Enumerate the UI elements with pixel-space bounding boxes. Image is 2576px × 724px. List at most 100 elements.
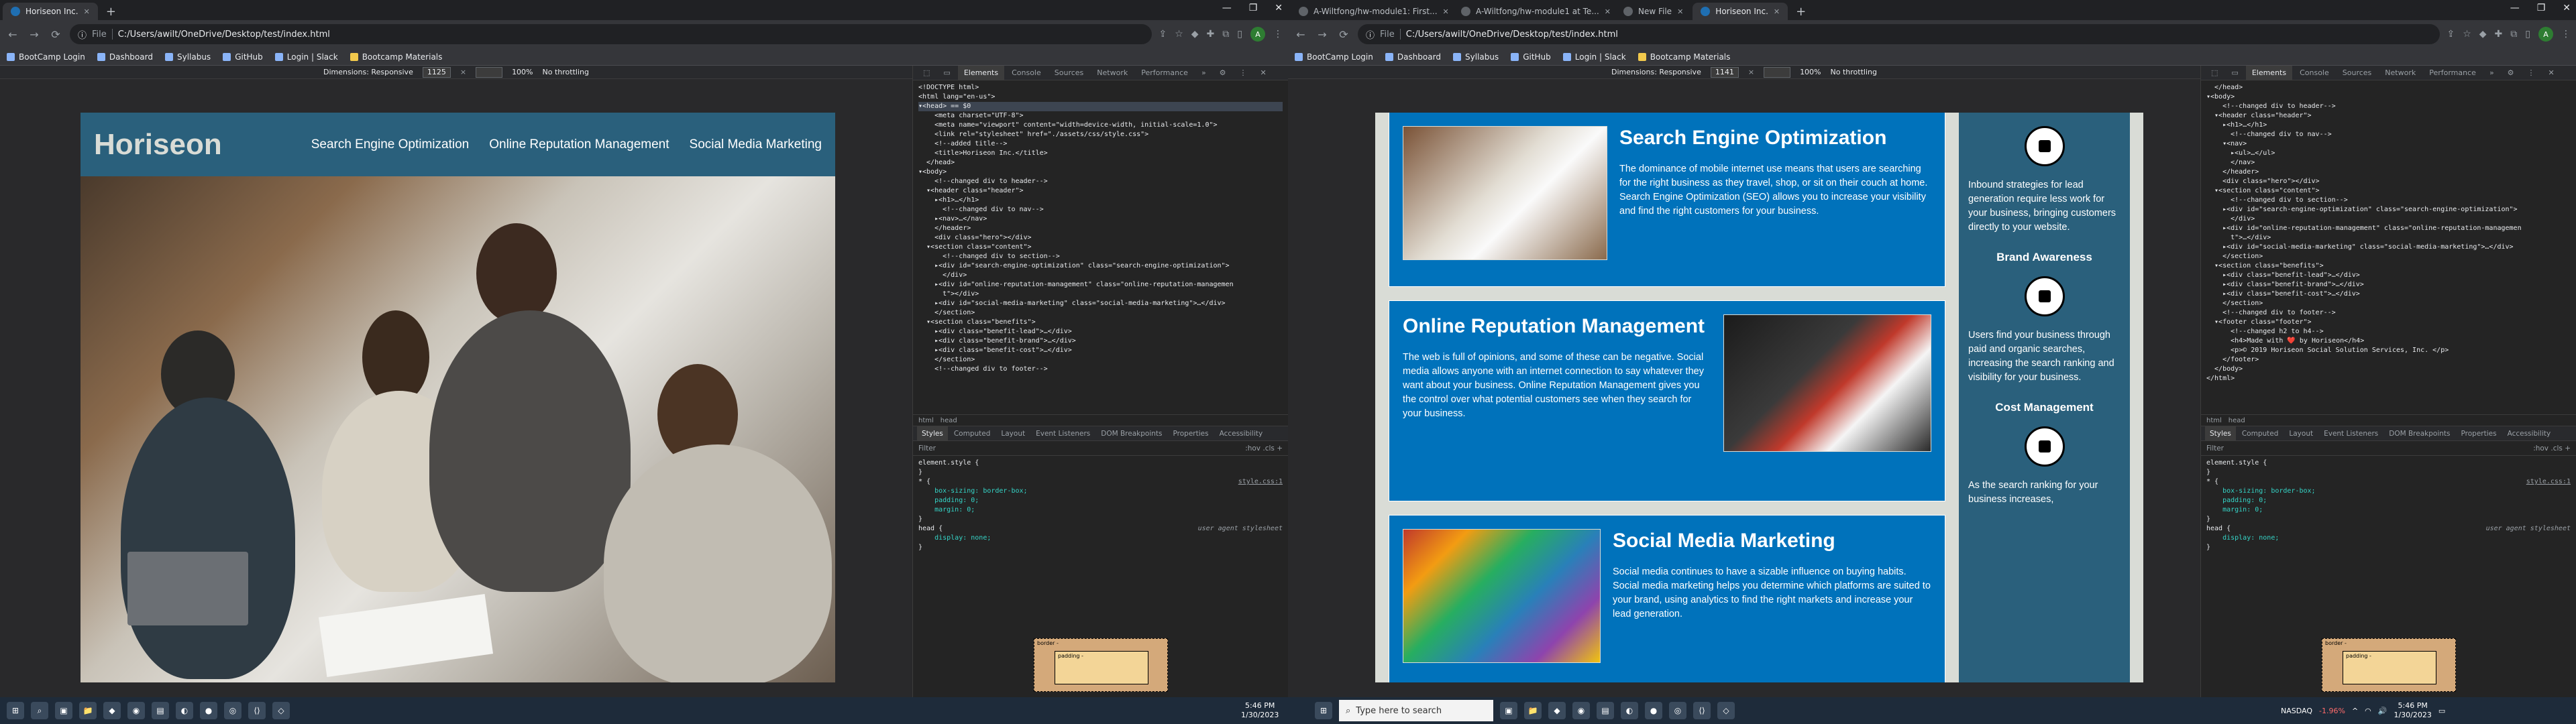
dom-node-line[interactable]: ▸<div id="search-engine-optimization" cl… xyxy=(2206,205,2571,215)
device-toggle-icon[interactable]: ▭ xyxy=(2225,66,2244,80)
dimensions-select[interactable]: Dimensions: Responsive xyxy=(323,68,413,76)
dom-node-line[interactable]: t"></div> xyxy=(918,290,1283,299)
dom-node-line[interactable]: <!DOCTYPE html> xyxy=(918,83,1283,93)
tab-sources[interactable]: Sources xyxy=(1049,66,1090,80)
nav-link-smm[interactable]: Social Media Marketing xyxy=(690,137,822,152)
dom-node-line[interactable]: <!--changed div to footer--> xyxy=(918,365,1283,374)
tab-accessibility[interactable]: Accessibility xyxy=(1215,426,1268,441)
dom-node-line[interactable]: ▾<body> xyxy=(2206,93,2571,102)
back-icon[interactable]: ← xyxy=(1293,28,1308,41)
dom-node-line[interactable]: </head> xyxy=(918,158,1283,168)
stylesheet-link[interactable]: style.css:1 xyxy=(1238,477,1283,487)
star-icon[interactable]: ☆ xyxy=(1175,29,1183,40)
app-icon[interactable]: ▤ xyxy=(152,702,169,719)
dom-node-line[interactable]: ▸<div class="benefit-cost">…</div> xyxy=(918,346,1283,355)
app-icon[interactable]: ◇ xyxy=(1717,702,1735,719)
search-icon[interactable]: ⌕ xyxy=(31,702,48,719)
bookmark-item[interactable]: Login | Slack xyxy=(274,52,338,62)
zoom-select[interactable]: 100% xyxy=(1800,68,1821,76)
dom-node-line[interactable]: </div> xyxy=(918,271,1283,280)
vscode-icon[interactable]: ⟨⟩ xyxy=(248,702,266,719)
windows-start-icon[interactable]: ⊞ xyxy=(7,702,24,719)
browser-tab[interactable]: New File ✕ xyxy=(1615,3,1691,20)
dom-node-line[interactable]: ▾<section class="benefits"> xyxy=(918,318,1283,327)
app-icon[interactable]: ◇ xyxy=(272,702,290,719)
dom-node-line[interactable]: ▾<body> xyxy=(918,168,1283,177)
minimize-icon[interactable]: — xyxy=(1222,3,1232,13)
dom-node-line[interactable]: ▸<ul>…</ul> xyxy=(2206,149,2571,158)
tab-dom-breakpoints[interactable]: DOM Breakpoints xyxy=(2384,426,2455,441)
menu-icon[interactable]: ⋮ xyxy=(2522,66,2541,80)
extension-icon[interactable]: ◆ xyxy=(1191,29,1199,40)
dom-node-line[interactable]: </body> xyxy=(2206,365,2571,374)
dom-node-line[interactable]: <title>Horiseon Inc.</title> xyxy=(918,149,1283,158)
bookmark-item[interactable]: GitHub xyxy=(223,52,263,62)
dom-node-line[interactable]: </section> xyxy=(918,308,1283,318)
close-icon[interactable]: ✕ xyxy=(1254,66,1273,80)
forward-icon[interactable]: → xyxy=(27,28,42,41)
app-icon[interactable]: ◆ xyxy=(103,702,121,719)
clock[interactable]: 5:46 PM 1/30/2023 xyxy=(2394,701,2431,720)
tab-performance[interactable]: Performance xyxy=(2423,66,2482,80)
sidebar-icon[interactable]: ▯ xyxy=(1237,29,1242,40)
forward-icon[interactable]: → xyxy=(1315,28,1330,41)
maximize-icon[interactable]: ❐ xyxy=(1249,3,1258,13)
bookmark-folder[interactable]: Bootcamp Materials xyxy=(350,52,442,62)
dom-node-line[interactable]: <div class="hero"></div> xyxy=(2206,177,2571,186)
app-icon[interactable]: ◐ xyxy=(176,702,193,719)
maximize-icon[interactable]: ❐ xyxy=(2537,3,2546,13)
bookmark-item[interactable]: Dashboard xyxy=(1385,52,1441,62)
tray-chevron-icon[interactable]: ^ xyxy=(2352,707,2358,715)
reload-icon[interactable]: ⟳ xyxy=(1336,28,1351,41)
filter-actions[interactable]: :hov .cls + xyxy=(1245,444,1283,452)
dom-node-line[interactable]: ▾<header class="header"> xyxy=(2206,111,2571,121)
height-input[interactable] xyxy=(1764,66,1791,78)
tab-console[interactable]: Console xyxy=(2294,66,2335,80)
tab-elements[interactable]: Elements xyxy=(2245,65,2293,80)
inspect-icon[interactable]: ⬚ xyxy=(917,66,936,80)
bookmark-item[interactable]: Dashboard xyxy=(97,52,153,62)
app-icon[interactable]: ● xyxy=(200,702,217,719)
dom-node-line[interactable]: <!--changed div to header--> xyxy=(2206,102,2571,111)
dom-node-line[interactable]: ▸<div class="benefit-brand">…</div> xyxy=(2206,280,2571,290)
dom-node-line[interactable]: ▸<div class="benefit-lead">…</div> xyxy=(918,327,1283,337)
tab-performance[interactable]: Performance xyxy=(1135,66,1194,80)
dom-node-line[interactable]: <html lang="en-us"> xyxy=(918,93,1283,102)
share-icon[interactable]: ⇪ xyxy=(2447,29,2455,40)
dom-node-line[interactable]: <!--changed div to nav--> xyxy=(918,205,1283,215)
dom-node-line[interactable]: ▸<div id="social-media-marketing" class=… xyxy=(2206,243,2571,252)
dom-node-line[interactable]: ▸<nav>…</nav> xyxy=(918,215,1283,224)
dom-node-line[interactable]: <!--changed div to header--> xyxy=(918,177,1283,186)
tab-network[interactable]: Network xyxy=(2379,66,2422,80)
app-icon[interactable]: ▤ xyxy=(1597,702,1614,719)
app-icon[interactable]: ◐ xyxy=(1621,702,1638,719)
width-input[interactable]: 1125 xyxy=(422,66,451,78)
dom-node-line[interactable]: ▾<header class="header"> xyxy=(918,186,1283,196)
dom-node-line[interactable]: </footer> xyxy=(2206,355,2571,365)
stylesheet-link[interactable]: style.css:1 xyxy=(2526,477,2571,487)
share-icon[interactable]: ⇪ xyxy=(1159,29,1167,40)
close-tab-icon[interactable]: ✕ xyxy=(1443,7,1449,16)
tab-styles[interactable]: Styles xyxy=(2205,426,2236,441)
tab-event-listeners[interactable]: Event Listeners xyxy=(2319,426,2383,441)
task-view-icon[interactable]: ▣ xyxy=(1500,702,1517,719)
more-tabs-icon[interactable]: » xyxy=(2483,66,2500,80)
dom-tree[interactable]: </head> ▾<body> <!--changed div to header… xyxy=(2201,80,2576,414)
styles-filter[interactable]: Filter :hov .cls + xyxy=(2201,441,2576,456)
info-icon[interactable]: ⓘ xyxy=(78,28,87,41)
dom-node-line[interactable]: ▸<div id="social-media-marketing" class=… xyxy=(918,299,1283,308)
dom-node-line[interactable]: ▾<nav> xyxy=(2206,139,2571,149)
bookmark-item[interactable]: Syllabus xyxy=(164,52,211,62)
new-tab-button[interactable]: + xyxy=(1789,3,1813,20)
reload-icon[interactable]: ⟳ xyxy=(48,28,63,41)
settings-icon[interactable]: ⚙ xyxy=(2502,66,2520,80)
tab-dom-breakpoints[interactable]: DOM Breakpoints xyxy=(1096,426,1167,441)
address-bar[interactable]: ⓘ File C:/Users/awilt/OneDrive/Desktop/t… xyxy=(70,24,1152,44)
extensions-menu-icon[interactable]: ⧉ xyxy=(1222,29,1229,40)
crumb-item[interactable]: head xyxy=(941,417,957,424)
menu-icon[interactable]: ⋮ xyxy=(1273,29,1283,40)
dom-node-line[interactable]: <!--changed div to section--> xyxy=(2206,196,2571,205)
star-icon[interactable]: ☆ xyxy=(2463,29,2471,40)
tab-sources[interactable]: Sources xyxy=(2337,66,2378,80)
dom-node-line[interactable]: ▸<h1>…</h1> xyxy=(918,196,1283,205)
